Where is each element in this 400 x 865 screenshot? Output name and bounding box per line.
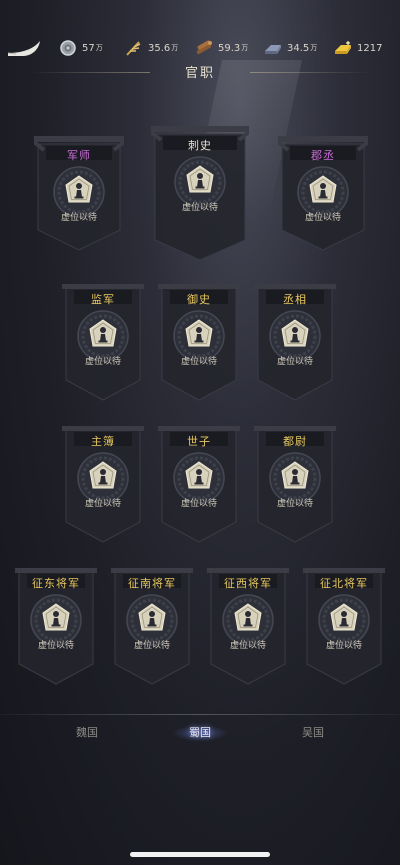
gold-icon	[335, 41, 351, 54]
position-banner[interactable]: 征西将军 虚位以待	[207, 568, 289, 686]
position-banner[interactable]: 征北将军 虚位以待	[303, 568, 385, 686]
position-name: 征北将军	[320, 577, 368, 590]
back-button[interactable]	[6, 38, 44, 58]
iron-unit: 万	[310, 44, 318, 52]
position-name: 御史	[187, 293, 211, 306]
title-divider-right	[250, 72, 370, 73]
position-banner[interactable]: 郡丞 虚位以待	[278, 132, 368, 252]
position-status: 虚位以待	[180, 499, 217, 509]
position-name: 监军	[91, 293, 115, 306]
position-status: 虚位以待	[325, 641, 362, 651]
position-name: 军师	[67, 149, 91, 162]
position-status: 虚位以待	[229, 641, 266, 651]
tabs-divider	[0, 714, 400, 715]
position-banner[interactable]: 主簿 虚位以待	[62, 426, 144, 544]
resource-grain: 35.6 万	[124, 38, 178, 58]
iron-value: 34.5	[287, 42, 310, 54]
resource-iron: 34.5 万	[263, 38, 317, 58]
position-status: 虚位以待	[304, 213, 341, 223]
position-status: 虚位以待	[276, 357, 313, 367]
gold-value: 1217	[357, 42, 383, 54]
position-status: 虚位以待	[276, 499, 313, 509]
resource-silver: 57 万	[58, 38, 103, 58]
wood-icon	[196, 40, 212, 54]
page-title: 官职	[184, 66, 215, 81]
wheat-icon	[126, 41, 141, 56]
position-status: 虚位以待	[180, 357, 217, 367]
position-name: 丞相	[283, 293, 307, 306]
position-status: 虚位以待	[181, 203, 218, 213]
grain-unit: 万	[171, 44, 179, 52]
position-banner[interactable]: 世子 虚位以待	[158, 426, 240, 544]
silver-value: 57	[82, 42, 95, 54]
resource-wood: 59.3 万	[194, 38, 248, 58]
wood-unit: 万	[241, 44, 249, 52]
position-status: 虚位以待	[60, 213, 97, 223]
position-name: 主簿	[91, 435, 115, 448]
position-name: 都尉	[283, 435, 307, 448]
back-arrow-icon	[7, 41, 40, 56]
home-indicator	[130, 852, 270, 857]
grain-value: 35.6	[148, 42, 171, 54]
position-banner[interactable]: 征东将军 虚位以待	[15, 568, 97, 686]
position-status: 虚位以待	[133, 641, 170, 651]
position-banner[interactable]: 军师 虚位以待	[34, 132, 124, 252]
position-status: 虚位以待	[84, 499, 121, 509]
position-banner[interactable]: 征南将军 虚位以待	[111, 568, 193, 686]
position-name: 征西将军	[224, 577, 272, 590]
position-status: 虚位以待	[84, 357, 121, 367]
title-divider-left	[30, 72, 150, 73]
iron-icon	[265, 45, 281, 54]
position-name: 郡丞	[311, 149, 335, 162]
position-banner[interactable]: 刺史 虚位以待	[151, 122, 249, 262]
resource-bar: 57 万 35.6 万 59.3 万 34.5 万 1217	[0, 34, 400, 62]
silver-unit: 万	[95, 44, 103, 52]
position-status: 虚位以待	[37, 641, 74, 651]
tab-wei[interactable]: 魏国	[57, 722, 117, 744]
tab-shu[interactable]: 蜀国	[170, 722, 230, 744]
position-name: 征南将军	[128, 577, 176, 590]
kingdom-tabs: 魏国 蜀国 吴国	[0, 722, 400, 744]
position-name: 征东将军	[32, 577, 80, 590]
position-banner[interactable]: 监军 虚位以待	[62, 284, 144, 402]
wood-value: 59.3	[218, 42, 241, 54]
position-banner[interactable]: 御史 虚位以待	[158, 284, 240, 402]
position-banner[interactable]: 丞相 虚位以待	[254, 284, 336, 402]
resource-gold: 1217	[333, 38, 382, 58]
tab-wu[interactable]: 吴国	[283, 722, 343, 744]
position-name: 刺史	[188, 139, 212, 152]
position-banner[interactable]: 都尉 虚位以待	[254, 426, 336, 544]
position-name: 世子	[187, 435, 211, 448]
coin-icon	[60, 40, 76, 56]
